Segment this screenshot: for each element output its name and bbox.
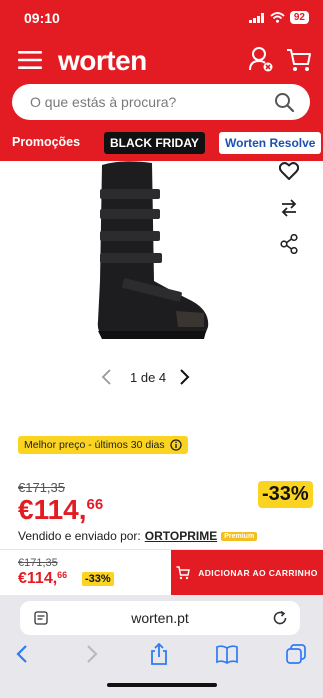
price-decimal: 66 (86, 496, 104, 513)
system-icons: 92 (248, 11, 309, 24)
chip-worten-resolve[interactable]: Worten Resolve (219, 132, 322, 154)
signal-icon (248, 12, 264, 23)
url-bar[interactable]: worten.pt (20, 601, 300, 635)
sticky-price-integer: €114, (18, 570, 58, 587)
current-price: €114,66 (18, 494, 103, 526)
url-text: worten.pt (131, 610, 189, 626)
browser-toolbar: worten.pt (0, 595, 323, 698)
wifi-icon (270, 12, 285, 23)
sticky-old-price: €171,35 (18, 557, 58, 569)
cart-icon (176, 566, 191, 580)
seller-link[interactable]: ORTOPRIME (145, 529, 217, 543)
sticky-discount-badge: -33% (82, 572, 114, 586)
share-sheet-icon[interactable] (148, 643, 170, 665)
home-indicator (107, 683, 217, 687)
pager-text: 1 de 4 (130, 370, 167, 385)
sticky-current-price: €114,66 (18, 570, 67, 588)
price-integer: €114, (18, 494, 87, 525)
battery-indicator: 92 (289, 11, 309, 24)
add-to-cart-button[interactable]: ADICIONAR AO CARRINHO (171, 550, 323, 596)
info-icon[interactable] (170, 439, 182, 451)
search-icon[interactable] (274, 92, 294, 112)
search-placeholder: O que estás à procura? (30, 94, 177, 110)
reload-icon[interactable] (272, 610, 288, 626)
product-image[interactable] (92, 161, 214, 341)
seller-info: Vendido e enviado por: ORTOPRIME Premium (18, 529, 258, 543)
bookmarks-icon[interactable] (216, 643, 238, 665)
best-price-label: Melhor preço - últimos 30 dias (24, 439, 165, 451)
status-bar: 09:10 92 (0, 0, 323, 38)
chevron-left-icon[interactable] (100, 368, 114, 386)
menu-icon[interactable] (18, 50, 42, 70)
browser-nav (0, 643, 323, 667)
site-header: 09:10 92 worten O que estás à procura? P… (0, 0, 323, 161)
favorite-icon[interactable] (279, 162, 299, 180)
cart-icon[interactable] (286, 48, 312, 72)
back-icon[interactable] (12, 643, 34, 665)
chip-promocoes[interactable]: Promoções (12, 135, 80, 149)
user-icon[interactable] (249, 46, 273, 72)
best-price-badge: Melhor preço - últimos 30 dias (18, 436, 188, 454)
share-icon[interactable] (280, 234, 298, 254)
chevron-right-icon[interactable] (177, 368, 191, 386)
sticky-price-decimal: 66 (57, 570, 68, 580)
compare-icon[interactable] (279, 198, 299, 218)
promo-chips: Promoções BLACK FRIDAY Worten Resolve (0, 130, 323, 158)
chip-black-friday[interactable]: BLACK FRIDAY (104, 132, 205, 154)
tabs-icon[interactable] (285, 643, 307, 665)
status-time: 09:10 (24, 10, 60, 26)
premium-badge: Premium (221, 531, 258, 541)
sticky-purchase-bar: €171,35 €114,66 -33% ADICIONAR AO CARRIN… (0, 549, 323, 596)
seller-prefix: Vendido e enviado por: (18, 529, 141, 543)
add-to-cart-label: ADICIONAR AO CARRINHO (198, 568, 318, 578)
forward-icon[interactable] (80, 643, 102, 665)
worten-logo[interactable]: worten (58, 45, 147, 77)
old-price: €171,35 (18, 480, 65, 495)
search-input[interactable]: O que estás à procura? (12, 84, 310, 120)
top-bar: worten (0, 42, 323, 82)
discount-badge: -33% (258, 481, 313, 508)
gallery-pager: 1 de 4 (100, 368, 200, 388)
